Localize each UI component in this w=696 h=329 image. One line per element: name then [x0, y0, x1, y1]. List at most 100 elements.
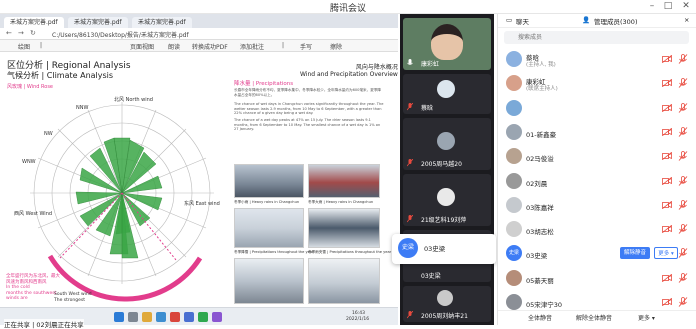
mic-off-icon [407, 103, 413, 111]
mic-muted-icon[interactable] [678, 297, 688, 307]
member-row[interactable]: 康彩虹 (联席主持人) [498, 72, 696, 95]
tool-draw[interactable]: 绘图 [18, 42, 30, 51]
camera-off-icon[interactable] [662, 298, 672, 306]
maximize-icon[interactable]: □ [662, 1, 674, 11]
member-row[interactable]: 05綦天丽 [498, 267, 696, 290]
speaker-avatar: 史梁 [398, 238, 418, 258]
mic-muted-icon[interactable] [678, 175, 688, 186]
close-icon[interactable]: ✕ [680, 1, 692, 11]
browser-tab[interactable]: 禾城方案完善.pdf [4, 17, 64, 28]
minimize-icon[interactable]: – [646, 1, 658, 11]
dir-east: 东风 East wind [184, 201, 220, 207]
camera-off-icon[interactable] [662, 79, 672, 88]
mic-muted-icon[interactable] [678, 199, 688, 210]
tab-members[interactable]: 管理成员(300) [594, 16, 637, 26]
meeting-app-icon[interactable] [184, 312, 194, 322]
member-name: 03陈嘉祥 [526, 203, 554, 212]
video-tile[interactable]: 2005周刘纳丰21 [403, 286, 491, 322]
mic-off-icon [407, 311, 413, 319]
search-icon[interactable] [128, 312, 138, 322]
member-row[interactable]: 03胡志松 [498, 218, 696, 241]
camera-off-icon[interactable] [662, 273, 672, 282]
member-row[interactable]: 02刘晨 [498, 170, 696, 193]
tool-separator: | [282, 42, 285, 49]
close-panel-icon[interactable]: × [684, 16, 689, 24]
avatar: 史梁 [506, 245, 522, 262]
edge-icon[interactable] [156, 312, 166, 322]
camera-off-icon[interactable] [662, 127, 672, 136]
mic-muted-icon[interactable] [678, 54, 688, 64]
member-row[interactable]: 蔡晗 (主持人, 我) [498, 48, 696, 71]
camera-off-icon[interactable] [662, 200, 672, 209]
member-row[interactable]: 03陈嘉祥 [498, 194, 696, 217]
address-text[interactable]: C:/Users/86130/Desktop/报告/禾城方案完善.pdf [52, 30, 189, 39]
video-tile[interactable]: 21级艺科19刘萍 [403, 174, 491, 226]
tile-name: 21级艺科19刘萍 [421, 217, 467, 224]
folder-icon[interactable] [142, 312, 152, 322]
browser-tab[interactable]: 禾城方案完善.pdf [68, 17, 128, 28]
mic-muted-icon[interactable] [678, 102, 688, 113]
app-icon[interactable] [212, 312, 222, 322]
unmute-button[interactable]: 解除静音 [620, 247, 650, 260]
member-row[interactable] [498, 97, 696, 120]
dir-nnw: NNW [76, 105, 89, 111]
member-name: 05綦天丽 [526, 276, 554, 285]
member-name: 02刘晨 [526, 179, 548, 188]
avatar [506, 221, 522, 238]
tile-name: 03史梁 [421, 273, 441, 280]
wechat-icon[interactable] [198, 312, 208, 322]
tool-convert[interactable]: 转换成功PDF [192, 42, 228, 51]
panel-tabs: ▭ 聊天 👤 管理成员(300) × [498, 14, 696, 28]
window-title: 腾讯会议 [329, 4, 366, 14]
tool-annotate[interactable]: 添加批注 [240, 42, 264, 51]
tool-read-aloud[interactable]: 朗读 [168, 42, 180, 51]
camera-off-icon[interactable] [662, 55, 672, 63]
tool-page-view[interactable]: 页面视图 [130, 42, 154, 51]
tool-handwrite[interactable]: 手写 [300, 42, 312, 51]
member-search-input[interactable] [504, 31, 689, 44]
refresh-icon[interactable]: ↻ [30, 29, 36, 37]
member-row[interactable]: 史梁 03史梁 解除静音 更多 ▾ [498, 242, 696, 265]
camera-off-icon[interactable] [662, 103, 672, 112]
video-tile[interactable]: 蔡晗 [403, 74, 491, 114]
mic-muted-icon[interactable] [678, 151, 688, 161]
photo-caption: 冬季雨夹雪 | Precipitations throughout the ye… [308, 250, 392, 254]
photo-snow-people [234, 258, 304, 304]
avatar [506, 172, 522, 189]
avatar [437, 188, 455, 206]
mic-off-icon [407, 215, 413, 223]
mic-muted-icon[interactable] [678, 126, 688, 137]
dir-wnw: WNW [22, 159, 36, 165]
speaker-name: 03史梁 [424, 245, 446, 253]
camera-off-icon[interactable] [662, 176, 672, 185]
member-row[interactable]: 01-新鑫豪 [498, 121, 696, 144]
more-menu-button[interactable]: 更多 ▾ [654, 247, 678, 260]
back-icon[interactable]: ← [6, 29, 12, 37]
taskbar-time: 16:43 [352, 311, 365, 316]
mute-all-button[interactable]: 全体静音 [528, 313, 552, 324]
forward-icon[interactable]: → [18, 29, 24, 37]
browser-tab[interactable]: 禾城方案完善.pdf [132, 17, 192, 28]
more-button[interactable]: 更多 ▾ [638, 313, 655, 324]
dir-north: 北风 North wind [114, 97, 153, 103]
tool-erase[interactable]: 擦除 [330, 42, 342, 51]
avatar [506, 294, 522, 310]
camera-off-icon[interactable] [662, 152, 672, 161]
mic-muted-icon[interactable] [678, 224, 688, 234]
speaker-popup[interactable]: 史梁 03史梁 [392, 234, 496, 264]
member-row[interactable]: 02马俊溢 [498, 145, 696, 168]
photo-caption: 冬季降雪 | Precipitations throughout the yea… [234, 250, 314, 254]
camera-off-icon[interactable] [662, 225, 672, 234]
unmute-all-button[interactable]: 解除全体静音 [576, 313, 612, 324]
pdf-app-icon[interactable] [170, 312, 180, 322]
video-tile[interactable]: 康彩虹 [403, 18, 491, 70]
tab-chat[interactable]: 聊天 [516, 16, 529, 26]
mic-muted-icon[interactable] [678, 272, 688, 283]
mic-muted-icon[interactable] [678, 78, 688, 89]
video-tile[interactable]: 2005周马越20 [403, 118, 491, 170]
tool-separator: | [40, 42, 43, 49]
windows-start-icon[interactable] [114, 312, 124, 322]
member-role: (主持人, 我) [526, 62, 556, 68]
tile-name: 蔡晗 [421, 105, 434, 112]
mic-muted-icon[interactable] [678, 248, 688, 259]
